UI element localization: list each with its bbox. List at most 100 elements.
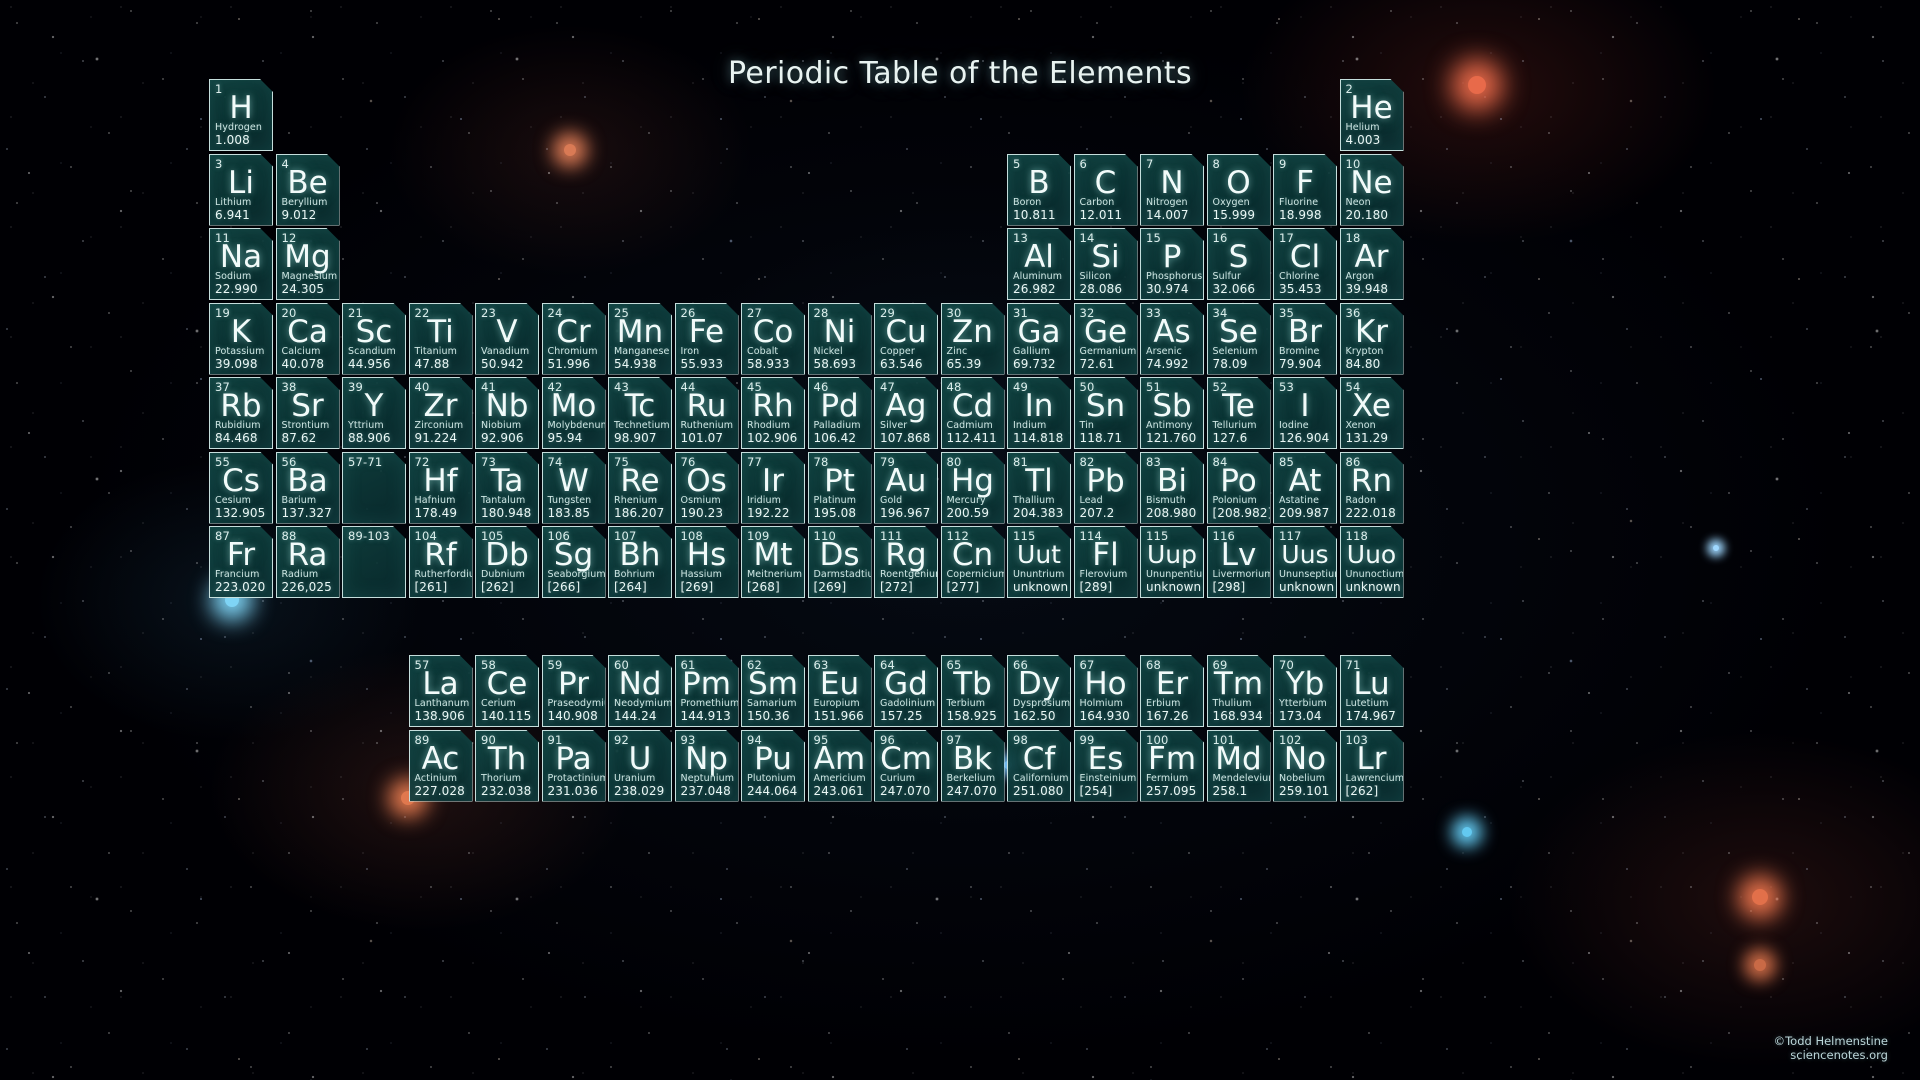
element-cell-rn[interactable]: 86RnRadon222.018: [1340, 452, 1404, 524]
element-cell-hf[interactable]: 72HfHafnium178.49: [409, 452, 473, 524]
element-cell-pu[interactable]: 94PuPlutonium244.064: [741, 730, 805, 802]
element-cell-i[interactable]: 53IIodine126.904: [1273, 377, 1337, 449]
element-cell-c[interactable]: 6CCarbon12.011: [1074, 154, 1138, 226]
element-cell-sc[interactable]: 21ScScandium44.956: [342, 303, 406, 375]
element-cell-ru[interactable]: 44RuRuthenium101.07: [675, 377, 739, 449]
element-cell-f[interactable]: 9FFluorine18.998: [1273, 154, 1337, 226]
element-cell-ta[interactable]: 73TaTantalum180.948: [475, 452, 539, 524]
element-cell-am[interactable]: 95AmAmericium243.061: [808, 730, 872, 802]
element-cell-re[interactable]: 75ReRhenium186.207: [608, 452, 672, 524]
element-cell-au[interactable]: 79AuGold196.967: [874, 452, 938, 524]
element-cell-ti[interactable]: 22TiTitanium47.88: [409, 303, 473, 375]
element-cell-es[interactable]: 99EsEinsteinium[254]: [1074, 730, 1138, 802]
element-cell-pa[interactable]: 91PaProtactinium231.036: [542, 730, 606, 802]
element-cell-al[interactable]: 13AlAluminum26.982: [1007, 228, 1071, 300]
series-placeholder-cell[interactable]: 57-71: [342, 452, 406, 524]
element-cell-yb[interactable]: 70YbYtterbium173.04: [1273, 655, 1337, 727]
element-cell-sg[interactable]: 106SgSeaborgium[266]: [542, 526, 606, 598]
element-cell-cu[interactable]: 29CuCopper63.546: [874, 303, 938, 375]
element-cell-pd[interactable]: 46PdPalladium106.42: [808, 377, 872, 449]
element-cell-bh[interactable]: 107BhBohrium[264]: [608, 526, 672, 598]
element-cell-cn[interactable]: 112CnCopernicium[277]: [941, 526, 1005, 598]
element-cell-sr[interactable]: 38SrStrontium87.62: [276, 377, 340, 449]
element-cell-gd[interactable]: 64GdGadolinium157.25: [874, 655, 938, 727]
element-cell-cm[interactable]: 96CmCurium247.070: [874, 730, 938, 802]
element-cell-tl[interactable]: 81TlThallium204.383: [1007, 452, 1071, 524]
element-cell-w[interactable]: 74WTungsten183.85: [542, 452, 606, 524]
element-cell-hg[interactable]: 80HgMercury200.59: [941, 452, 1005, 524]
element-cell-ds[interactable]: 110DsDarmstadtium[269]: [808, 526, 872, 598]
element-cell-os[interactable]: 76OsOsmium190.23: [675, 452, 739, 524]
element-cell-lu[interactable]: 71LuLutetium174.967: [1340, 655, 1404, 727]
element-cell-eu[interactable]: 63EuEuropium151.966: [808, 655, 872, 727]
element-cell-mg[interactable]: 12MgMagnesium24.305: [276, 228, 340, 300]
element-cell-pt[interactable]: 78PtPlatinum195.08: [808, 452, 872, 524]
element-cell-he[interactable]: 2HeHelium4.003: [1340, 79, 1404, 151]
element-cell-po[interactable]: 84PoPolonium[208.982]: [1207, 452, 1271, 524]
element-cell-ho[interactable]: 67HoHolmium164.930: [1074, 655, 1138, 727]
element-cell-np[interactable]: 93NpNeptunium237.048: [675, 730, 739, 802]
element-cell-v[interactable]: 23VVanadium50.942: [475, 303, 539, 375]
element-cell-k[interactable]: 19KPotassium39.098: [209, 303, 273, 375]
element-cell-uuo[interactable]: 118UuoUnunoctiumunknown: [1340, 526, 1404, 598]
element-cell-fe[interactable]: 26FeIron55.933: [675, 303, 739, 375]
element-cell-ir[interactable]: 77IrIridium192.22: [741, 452, 805, 524]
element-cell-p[interactable]: 15PPhosphorus30.974: [1140, 228, 1204, 300]
element-cell-rb[interactable]: 37RbRubidium84.468: [209, 377, 273, 449]
element-cell-tm[interactable]: 69TmThulium168.934: [1207, 655, 1271, 727]
element-cell-ar[interactable]: 18ArArgon39.948: [1340, 228, 1404, 300]
element-cell-rf[interactable]: 104RfRutherfordium[261]: [409, 526, 473, 598]
element-cell-la[interactable]: 57LaLanthanum138.906: [409, 655, 473, 727]
element-cell-ni[interactable]: 28NiNickel58.693: [808, 303, 872, 375]
element-cell-kr[interactable]: 36KrKrypton84.80: [1340, 303, 1404, 375]
element-cell-h[interactable]: 1HHydrogen1.008: [209, 79, 273, 151]
series-placeholder-cell[interactable]: 89-103: [342, 526, 406, 598]
element-cell-s[interactable]: 16SSulfur32.066: [1207, 228, 1271, 300]
element-cell-n[interactable]: 7NNitrogen14.007: [1140, 154, 1204, 226]
element-cell-uup[interactable]: 115UupUnunpentiumunknown: [1140, 526, 1204, 598]
element-cell-xe[interactable]: 54XeXenon131.29: [1340, 377, 1404, 449]
element-cell-ca[interactable]: 20CaCalcium40.078: [276, 303, 340, 375]
element-cell-mn[interactable]: 25MnManganese54.938: [608, 303, 672, 375]
element-cell-er[interactable]: 68ErErbium167.26: [1140, 655, 1204, 727]
element-cell-cs[interactable]: 55CsCesium132.905: [209, 452, 273, 524]
element-cell-md[interactable]: 101MdMendelevium258.1: [1207, 730, 1271, 802]
element-cell-cr[interactable]: 24CrChromium51.996: [542, 303, 606, 375]
element-cell-dy[interactable]: 66DyDysprosium162.50: [1007, 655, 1071, 727]
element-cell-nb[interactable]: 41NbNiobium92.906: [475, 377, 539, 449]
element-cell-hs[interactable]: 108HsHassium[269]: [675, 526, 739, 598]
element-cell-fr[interactable]: 87FrFrancium223.020: [209, 526, 273, 598]
element-cell-bi[interactable]: 83BiBismuth208.980: [1140, 452, 1204, 524]
element-cell-nd[interactable]: 60NdNeodymium144.24: [608, 655, 672, 727]
element-cell-sm[interactable]: 62SmSamarium150.36: [741, 655, 805, 727]
element-cell-mo[interactable]: 42MoMolybdenum95.94: [542, 377, 606, 449]
element-cell-cl[interactable]: 17ClChlorine35.453: [1273, 228, 1337, 300]
element-cell-be[interactable]: 4BeBeryllium9.012: [276, 154, 340, 226]
element-cell-uut[interactable]: 115UutUnuntriumunknown: [1007, 526, 1071, 598]
element-cell-te[interactable]: 52TeTellurium127.6: [1207, 377, 1271, 449]
element-cell-sb[interactable]: 51SbAntimony121.760: [1140, 377, 1204, 449]
element-cell-ne[interactable]: 10NeNeon20.180: [1340, 154, 1404, 226]
element-cell-at[interactable]: 85AtAstatine209.987: [1273, 452, 1337, 524]
element-cell-ce[interactable]: 58CeCerium140.115: [475, 655, 539, 727]
element-cell-sn[interactable]: 50SnTin118.71: [1074, 377, 1138, 449]
element-cell-zr[interactable]: 40ZrZirconium91.224: [409, 377, 473, 449]
element-cell-pb[interactable]: 82PbLead207.2: [1074, 452, 1138, 524]
element-cell-cd[interactable]: 48CdCadmium112.411: [941, 377, 1005, 449]
element-cell-ac[interactable]: 89AcActinium227.028: [409, 730, 473, 802]
element-cell-bk[interactable]: 97BkBerkelium247.070: [941, 730, 1005, 802]
element-cell-co[interactable]: 27CoCobalt58.933: [741, 303, 805, 375]
element-cell-b[interactable]: 5BBoron10.811: [1007, 154, 1071, 226]
element-cell-fl[interactable]: 114FlFlerovium[289]: [1074, 526, 1138, 598]
element-cell-lr[interactable]: 103LrLawrencium[262]: [1340, 730, 1404, 802]
element-cell-o[interactable]: 8OOxygen15.999: [1207, 154, 1271, 226]
element-cell-rh[interactable]: 45RhRhodium102.906: [741, 377, 805, 449]
element-cell-tb[interactable]: 65TbTerbium158.925: [941, 655, 1005, 727]
element-cell-no[interactable]: 102NoNobelium259.101: [1273, 730, 1337, 802]
element-cell-tc[interactable]: 43TcTechnetium98.907: [608, 377, 672, 449]
element-cell-uus[interactable]: 117UusUnunseptiumunknown: [1273, 526, 1337, 598]
element-cell-br[interactable]: 35BrBromine79.904: [1273, 303, 1337, 375]
element-cell-ra[interactable]: 88RaRadium226,025: [276, 526, 340, 598]
element-cell-lv[interactable]: 116LvLivermorium[298]: [1207, 526, 1271, 598]
element-cell-cf[interactable]: 98CfCalifornium251.080: [1007, 730, 1071, 802]
